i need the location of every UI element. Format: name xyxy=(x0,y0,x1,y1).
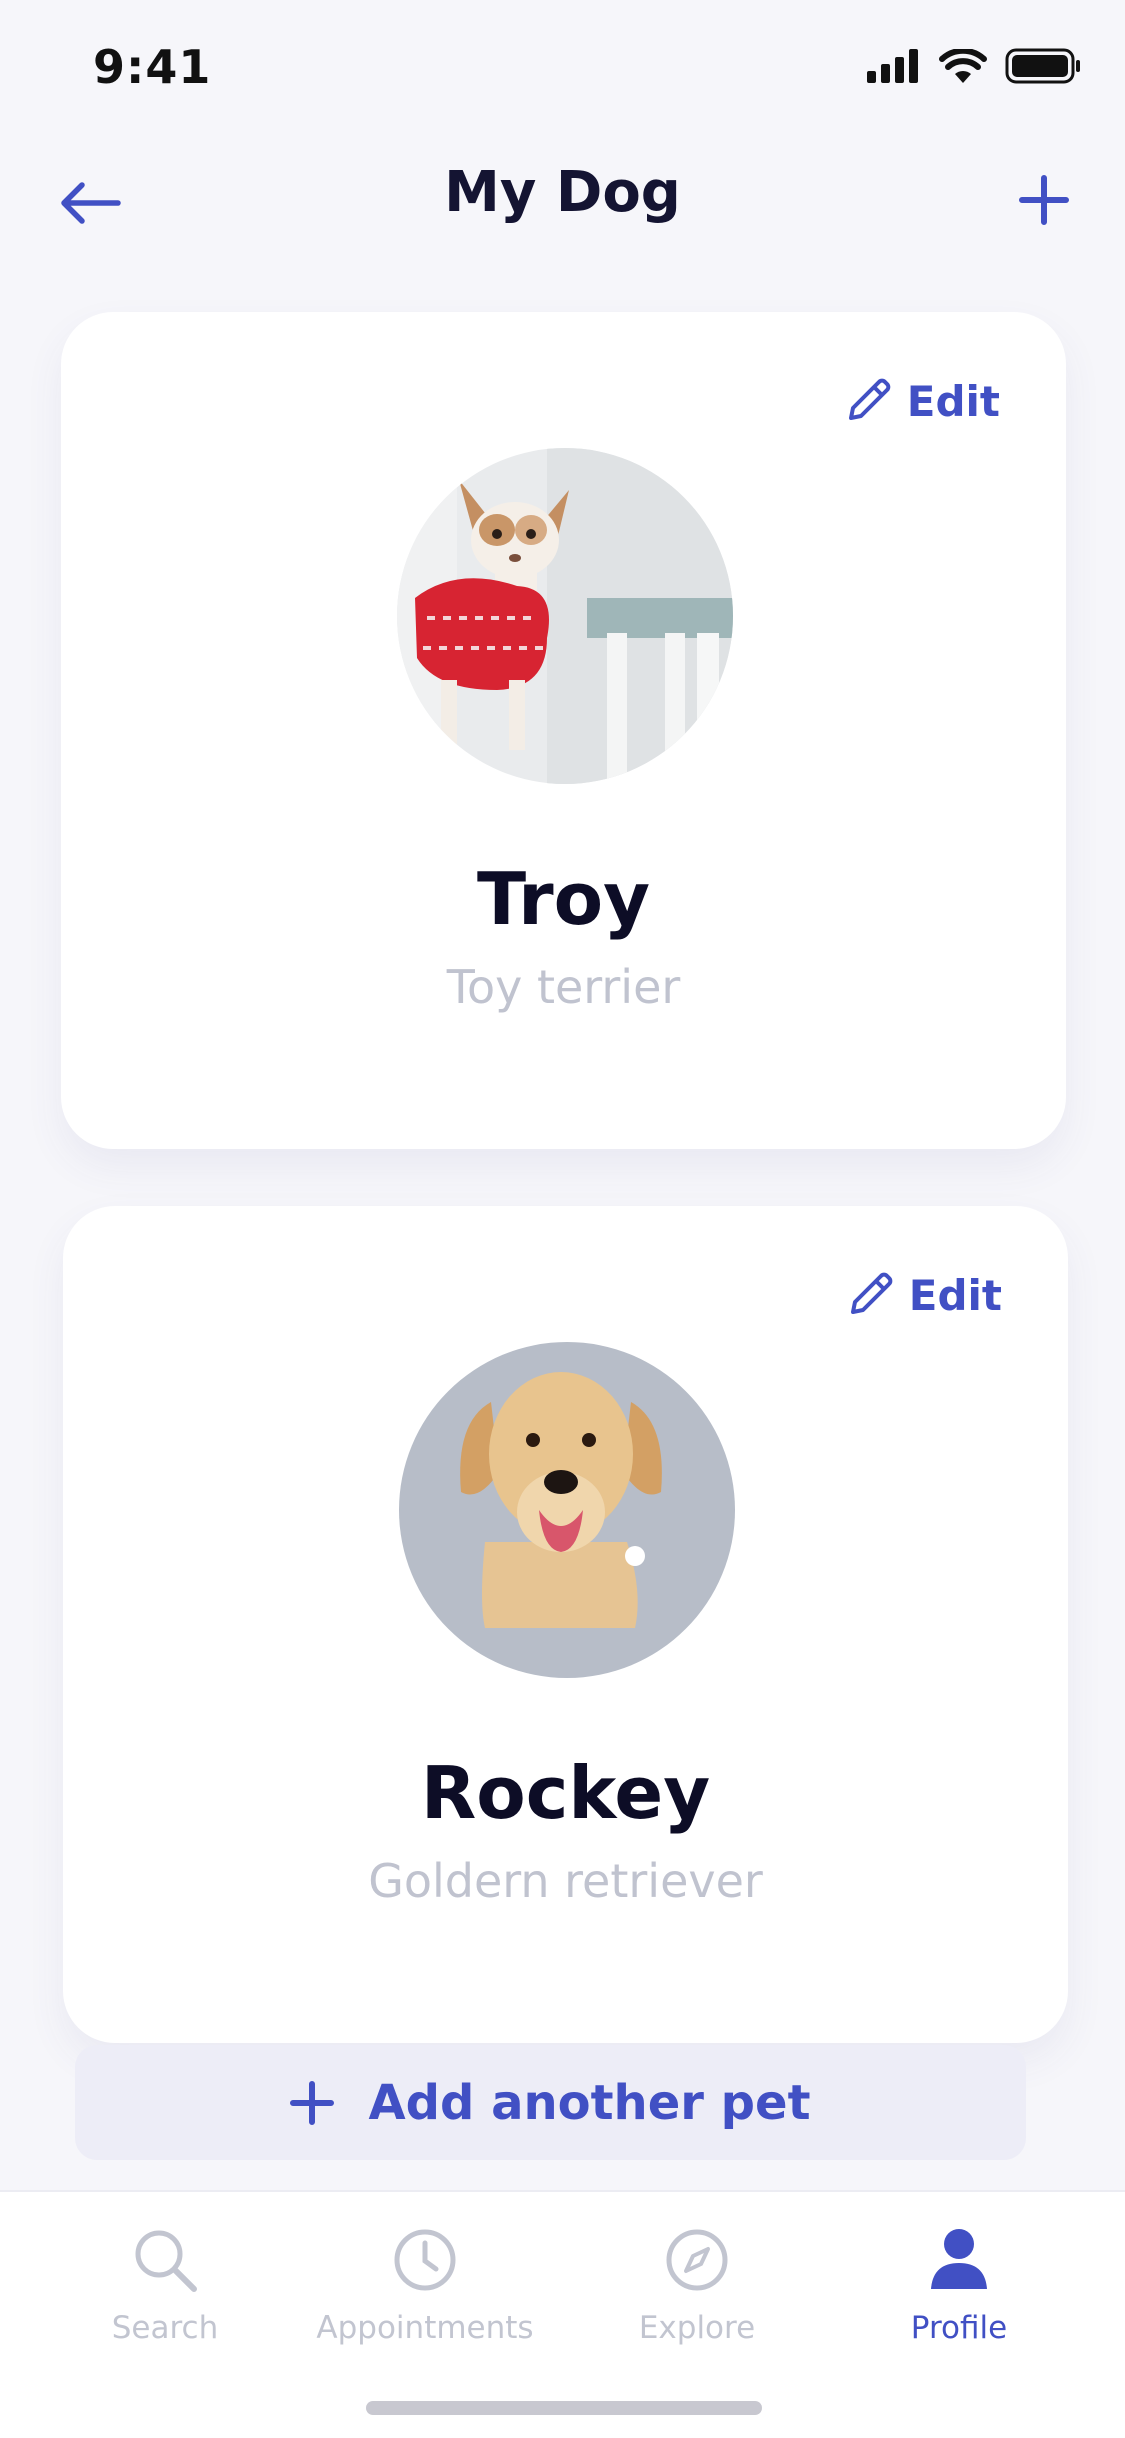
add-button[interactable] xyxy=(1006,162,1081,237)
tab-appointments[interactable]: Appointments xyxy=(295,2220,555,2346)
tab-label: Search xyxy=(111,2310,219,2346)
edit-button[interactable]: Edit xyxy=(843,376,1000,426)
pet-avatar xyxy=(397,448,733,784)
golden-retriever-photo xyxy=(399,1342,735,1678)
tab-search[interactable]: Search xyxy=(35,2220,295,2346)
add-another-pet-label: Add another pet xyxy=(368,2074,811,2131)
search-icon xyxy=(135,2230,197,2292)
compass-icon xyxy=(666,2229,728,2291)
pet-avatar xyxy=(399,1342,735,1678)
tab-label: Appointments xyxy=(316,2310,534,2346)
tab-label: Explore xyxy=(638,2310,756,2346)
home-indicator xyxy=(366,2401,762,2415)
user-icon xyxy=(931,2229,987,2289)
wifi-icon xyxy=(939,49,987,83)
plus-icon xyxy=(1018,174,1069,225)
page-title: My Dog xyxy=(444,160,681,225)
status-icons xyxy=(867,48,1081,84)
clock-icon xyxy=(394,2229,456,2291)
signal-icon xyxy=(867,49,918,83)
pet-breed: Toy terrier xyxy=(446,960,681,1014)
status-time: 9:41 xyxy=(93,40,212,94)
chihuahua-photo xyxy=(397,448,733,784)
pencil-icon xyxy=(848,378,891,420)
edit-label: Edit xyxy=(906,376,1000,426)
pet-name: Troy xyxy=(476,857,651,941)
pencil-icon xyxy=(850,1272,893,1314)
edit-label: Edit xyxy=(908,1270,1002,1320)
battery-icon xyxy=(1005,48,1080,84)
tab-explore[interactable]: Explore xyxy=(567,2220,827,2346)
edit-button[interactable]: Edit xyxy=(845,1270,1002,1320)
add-another-pet-button[interactable]: Add another pet xyxy=(75,2045,1026,2160)
pet-name: Rockey xyxy=(420,1751,711,1835)
status-bar: 9:41 xyxy=(0,0,1125,135)
pet-card: Edit Troy Toy terrier xyxy=(61,312,1066,1149)
pet-breed: Goldern retriever xyxy=(368,1854,763,1908)
tab-profile[interactable]: Profile xyxy=(829,2220,1089,2346)
pet-card: Edit Rockey Goldern retriever xyxy=(63,1206,1068,2043)
tab-label: Profile xyxy=(910,2310,1008,2346)
nav-bar: My Dog xyxy=(0,150,1125,250)
plus-icon xyxy=(290,2080,335,2125)
